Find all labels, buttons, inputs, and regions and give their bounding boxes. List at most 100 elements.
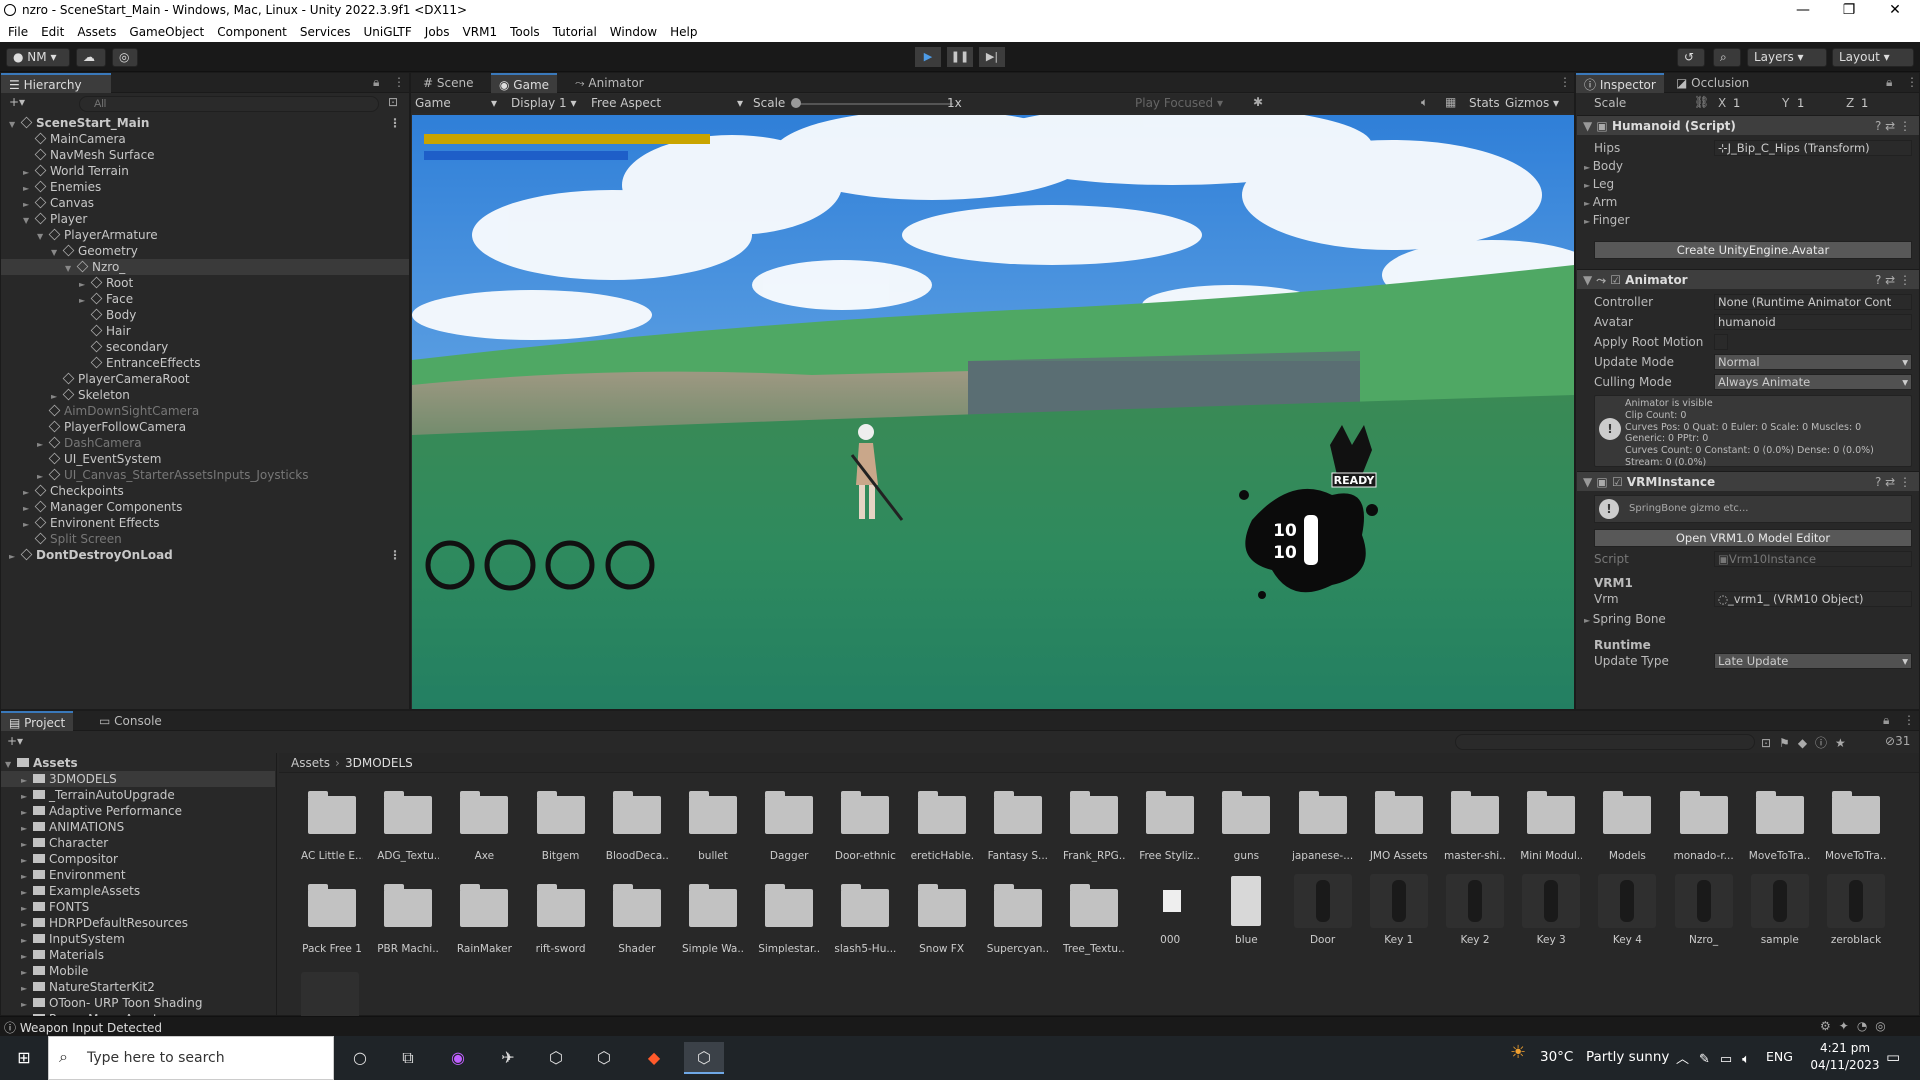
game-mode-dropdown[interactable]: Game ▾ [415,96,497,110]
project-tree-item[interactable]: ► Mobile [21,963,276,979]
hierarchy-item[interactable]: ► Root [79,275,409,291]
asset-folder[interactable]: master-shi... [1444,791,1506,862]
tab-hierarchy[interactable]: ☰ Hierarchy [1,73,111,93]
asset-folder[interactable]: monado-r... [1673,791,1735,862]
hierarchy-item[interactable]: ▼ SceneStart_Main ⋮ [9,115,409,131]
asset-folder[interactable]: Dagger [758,791,820,862]
hierarchy-search-input[interactable] [79,96,379,112]
breadcrumb-assets[interactable]: Assets [291,756,330,770]
menu-item-tutorial[interactable]: Tutorial [553,25,597,39]
search-icon[interactable]: ⌕ [1713,48,1741,67]
hierarchy-item[interactable]: AimDownSightCamera [37,403,409,419]
humanoid-component-header[interactable]: ▼ ▣ Humanoid (Script) ? ⇄ ⋮ [1577,115,1919,135]
tab-scene[interactable]: # Scene [415,73,481,93]
expand-arrow-icon[interactable]: ▼ [23,213,33,229]
cortana-icon[interactable]: ○ [340,1042,380,1074]
asset-item[interactable]: blue [1215,874,1277,946]
asset-folder[interactable]: bullet [682,791,744,862]
asset-item[interactable]: Key 1 [1368,874,1430,946]
asset-folder[interactable]: rift-sword [530,884,592,955]
aspect-dropdown[interactable]: Free Aspect ▾ [591,96,743,110]
hierarchy-item[interactable]: PlayerFollowCamera [37,419,409,435]
breadcrumb-3dmodels[interactable]: 3DMODELS [345,756,413,770]
kebab-menu-icon[interactable]: ⋮ [1903,713,1915,727]
search-options-icon[interactable]: ⊡ [388,95,398,109]
asset-item[interactable] [301,972,359,1016]
weather-desc[interactable]: Partly sunny [1586,1049,1669,1065]
asset-item[interactable]: Key 4 [1596,874,1658,946]
link-icon[interactable]: ⛓ [1694,95,1709,109]
update-type-dropdown[interactable]: Late Update ▾ [1714,653,1912,669]
app-icon-2[interactable]: ✈ [488,1042,528,1074]
status-icons[interactable]: ⚙✦◔◎ [1820,1019,1894,1033]
hierarchy-item[interactable]: ► Canvas [23,195,409,211]
asset-folder[interactable]: Models [1596,791,1658,862]
hierarchy-item[interactable]: ► Environent Effects [23,515,409,531]
asset-folder[interactable]: JMO Assets [1368,791,1430,862]
add-icon[interactable]: +▾ [9,95,25,109]
task-view-icon[interactable]: ⧉ [388,1042,428,1074]
hierarchy-item[interactable]: ▼ Player [23,211,409,227]
project-tree-item[interactable]: ► Environment [21,867,276,883]
menu-item-window[interactable]: Window [610,25,657,39]
asset-folder[interactable]: slash5-Hu... [834,884,896,955]
display-dropdown[interactable]: Display 1 ▾ [511,96,583,110]
component-options-icon[interactable]: ? ⇄ ⋮ [1875,472,1911,492]
minimize-button[interactable]: — [1780,0,1826,22]
asset-item[interactable]: 000 [1139,874,1201,946]
hierarchy-item[interactable]: ► DontDestroyOnLoad ⋮ [9,547,409,563]
asset-folder[interactable]: Simple Wa... [682,884,744,955]
close-button[interactable]: ✕ [1872,0,1918,22]
create-avatar-button[interactable]: Create UnityEngine.Avatar [1594,241,1912,259]
menu-item-vrm1[interactable]: VRM1 [463,25,498,39]
tray-icons[interactable]: ︿✎▭🔈︎ [1676,1048,1760,1067]
menu-item-edit[interactable]: Edit [41,25,64,39]
asset-item[interactable]: zeroblack [1825,874,1887,946]
asset-folder[interactable]: Frank_RPG... [1063,791,1125,862]
hierarchy-item[interactable]: ► UI_Canvas_StarterAssetsInputs_Joysticks [37,467,409,483]
asset-item[interactable]: sample [1749,874,1811,946]
game-viewport[interactable]: READY 10 10 [412,115,1574,709]
asset-folder[interactable]: PBR Machi... [377,884,439,955]
hierarchy-item[interactable]: UI_EventSystem [37,451,409,467]
project-search-input[interactable] [1455,734,1755,750]
play-focused-dropdown[interactable]: Play Focused ▾ [1135,96,1245,110]
weather-temp[interactable]: 30°C [1540,1049,1573,1065]
hips-field[interactable]: ⊹J_Bip_C_Hips (Transform) [1714,140,1912,156]
project-tree-item[interactable]: ► ANIMATIONS [21,819,276,835]
kebab-menu-icon[interactable]: ⋮ [393,75,405,89]
lock-icon[interactable]: 🔒︎ [373,75,379,90]
history-icon[interactable]: ↺ [1677,48,1705,67]
account-button[interactable]: ● NM ▾ [6,48,70,67]
menu-item-assets[interactable]: Assets [77,25,116,39]
bug-icon[interactable]: ✱ [1253,95,1263,109]
hierarchy-item[interactable]: ▼ Geometry [51,243,409,259]
asset-folder[interactable]: ADG_Textu... [377,791,439,862]
project-tree-item[interactable]: ► HDRPDefaultResources [21,915,276,931]
play-button[interactable]: ▶ [915,47,941,67]
step-button[interactable]: ▶| [979,47,1005,67]
asset-item[interactable]: Nzro_ [1673,874,1735,946]
asset-folder[interactable]: Bitgem [530,791,592,862]
animator-field-value[interactable]: Always Animate ▾ [1714,374,1912,390]
hierarchy-item[interactable]: ► Skeleton [51,387,409,403]
humanoid-group-foldout[interactable]: ► Body [1584,159,1623,173]
asset-folder[interactable]: ereticHable... [911,791,973,862]
audio-icon[interactable]: 🔈︎ [1421,95,1428,110]
asset-folder[interactable]: japanese-... [1292,791,1354,862]
layers-dropdown[interactable]: Layers ▾ [1747,48,1827,67]
hierarchy-item[interactable]: ▼ PlayerArmature [37,227,409,243]
expand-arrow-icon[interactable]: ▼ [37,229,47,245]
menu-item-component[interactable]: Component [217,25,287,39]
humanoid-group-foldout[interactable]: ► Finger [1584,213,1630,227]
unity-hub-icon[interactable]: ⬡ [536,1042,576,1074]
animator-field-value[interactable]: None (Runtime Animator Cont [1714,294,1912,310]
project-tree-item[interactable]: ► Compositor [21,851,276,867]
asset-folder[interactable]: Free Styliz... [1139,791,1201,862]
project-tree-item[interactable]: ► InputSystem [21,931,276,947]
hierarchy-item[interactable]: MainCamera [23,131,409,147]
hierarchy-item[interactable]: ► Enemies [23,179,409,195]
expand-arrow-icon[interactable]: ▼ [9,117,19,133]
scale-slider-handle[interactable] [791,98,801,108]
open-vrm-editor-button[interactable]: Open VRM1.0 Model Editor [1594,529,1912,547]
